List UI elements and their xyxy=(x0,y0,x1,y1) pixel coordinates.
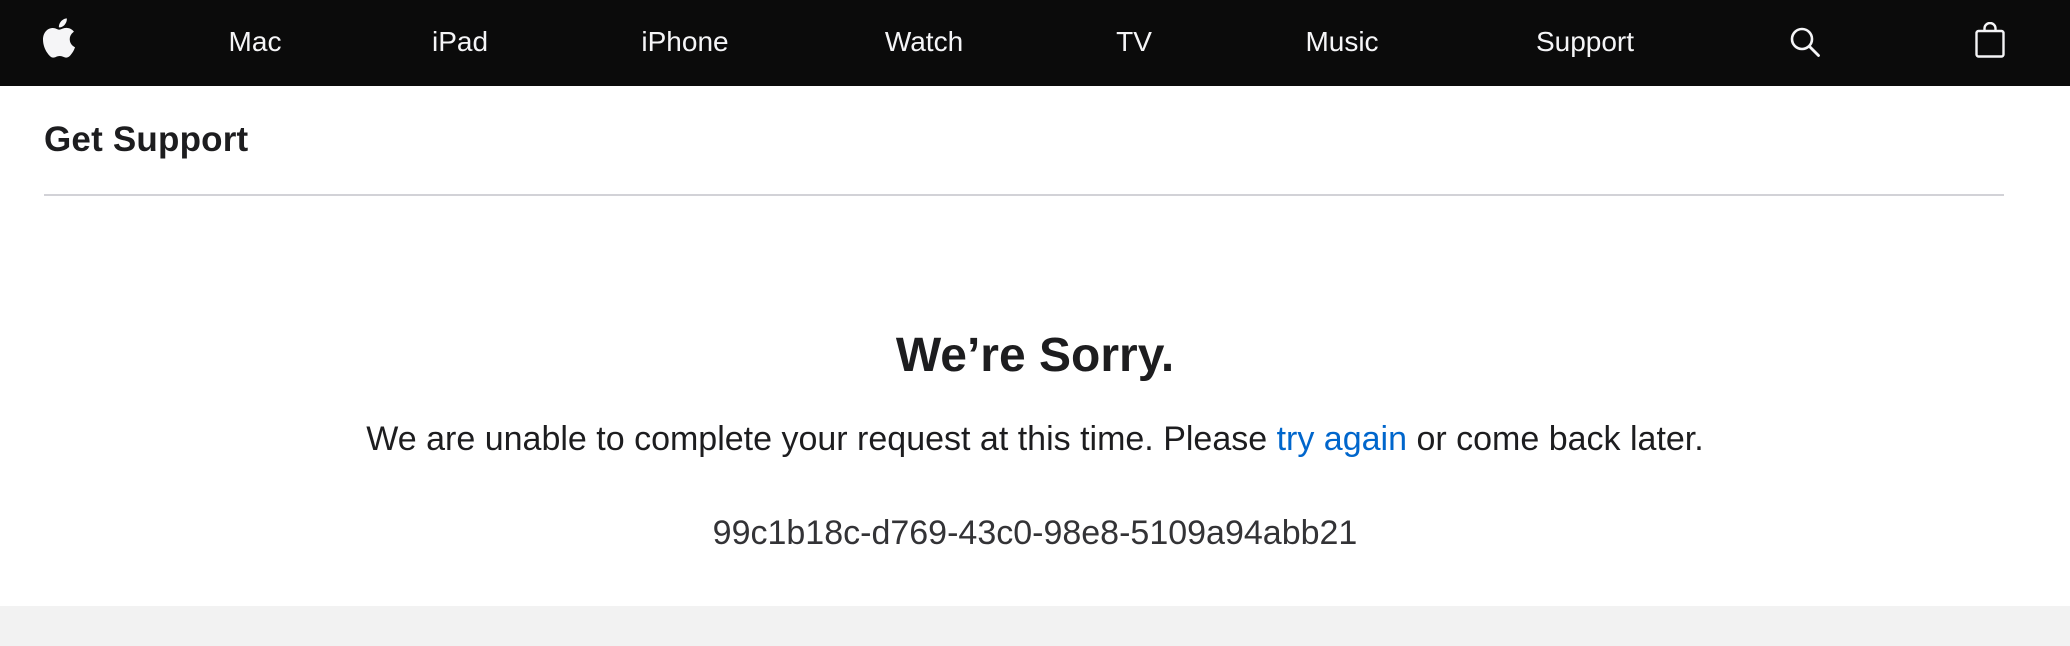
error-reference-id: 99c1b18c-d769-43c0-98e8-5109a94abb21 xyxy=(712,514,1358,552)
global-nav: Mac iPad iPhone Watch TV Music Support xyxy=(0,0,2070,86)
nav-item-ipad[interactable]: iPad xyxy=(432,0,488,86)
local-nav: Get Support xyxy=(44,86,2004,196)
nav-item-mac[interactable]: Mac xyxy=(229,0,282,86)
footer xyxy=(0,606,2070,646)
error-message: We are unable to complete your request a… xyxy=(0,420,2070,459)
try-again-link[interactable]: try again xyxy=(1277,420,1407,458)
error-message-before: We are unable to complete your request a… xyxy=(366,420,1277,458)
search-icon[interactable] xyxy=(1789,26,1821,58)
nav-item-tv[interactable]: TV xyxy=(1116,0,1152,86)
nav-item-iphone[interactable]: iPhone xyxy=(641,0,728,86)
nav-item-music[interactable]: Music xyxy=(1305,0,1378,86)
page-title[interactable]: Get Support xyxy=(44,120,248,160)
bag-icon[interactable] xyxy=(1975,22,2005,58)
error-content: We’re Sorry. We are unable to complete y… xyxy=(0,196,2070,606)
nav-item-watch[interactable]: Watch xyxy=(885,0,963,86)
apple-logo-icon[interactable] xyxy=(43,18,75,58)
nav-item-support[interactable]: Support xyxy=(1536,0,1634,86)
error-message-after: or come back later. xyxy=(1407,420,1704,458)
error-heading: We’re Sorry. xyxy=(895,329,1175,382)
